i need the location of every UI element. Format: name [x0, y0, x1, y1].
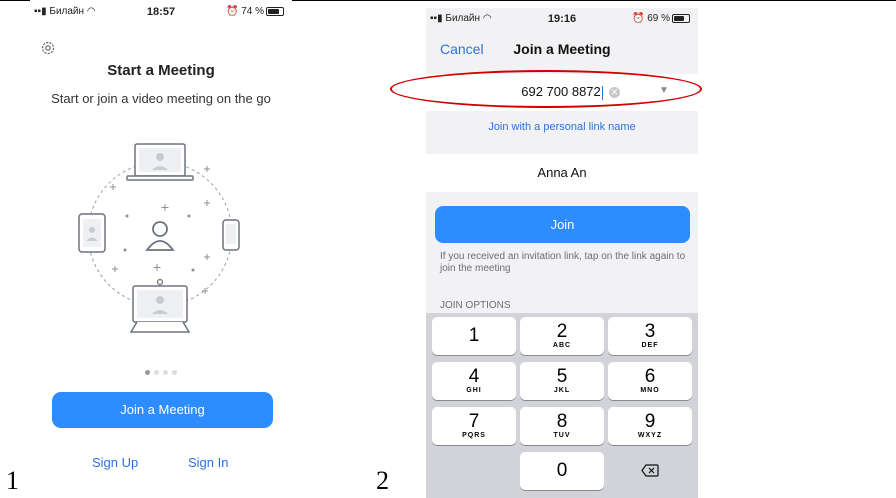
battery-icon: [266, 6, 284, 16]
tablet-icon: [78, 213, 106, 253]
key-2[interactable]: 2 ABC: [520, 317, 604, 355]
step-label-1: 1: [6, 466, 19, 495]
personal-link-button[interactable]: Join with a personal link name: [426, 121, 698, 133]
highlight-ellipse: [390, 70, 702, 108]
user-icon: [145, 221, 175, 251]
alarm-icon: ⏰: [225, 6, 239, 17]
join-button[interactable]: Join: [435, 206, 690, 243]
display-name-field[interactable]: Anna An: [426, 154, 698, 192]
page-title: Start a Meeting: [107, 62, 215, 79]
page-dot[interactable]: [154, 370, 159, 375]
phone-icon: [222, 219, 240, 251]
status-bar: ▪▪▮ Билайн ◠ 18:57 ⏰ 74 %: [30, 0, 292, 28]
page-title: Join a Meeting: [513, 41, 611, 57]
battery-percent: 74 %: [241, 6, 264, 17]
key-3[interactable]: 3 DEF: [608, 317, 692, 355]
page-dot[interactable]: [163, 370, 168, 375]
backspace-icon: [641, 464, 659, 477]
room-system-icon: [129, 278, 191, 333]
key-4[interactable]: 4 GHI: [432, 362, 516, 400]
key-6[interactable]: 6 MNO: [608, 362, 692, 400]
key-7[interactable]: 7 PQRS: [432, 407, 516, 445]
invitation-hint: If you received an invitation link, tap …: [440, 251, 686, 274]
plus-decorations: [110, 166, 210, 294]
laptop-icon: [126, 143, 194, 181]
status-bar: ▪▪▮ Билайн ◠ 19:16 ⏰ 69 %: [426, 8, 698, 32]
sign-up-link[interactable]: Sign Up: [92, 455, 138, 470]
key-8[interactable]: 8 TUV: [520, 407, 604, 445]
join-options-header: JOIN OPTIONS: [440, 300, 511, 311]
join-meeting-button[interactable]: Join a Meeting: [52, 392, 273, 428]
key-1[interactable]: 1: [432, 317, 516, 355]
key-9[interactable]: 9 WXYZ: [608, 407, 692, 445]
start-meeting-screen: ▪▪▮ Билайн ◠ 18:57 ⏰ 74 % Start a Meetin…: [30, 0, 292, 498]
key-0[interactable]: 0: [520, 452, 604, 490]
alarm-icon: ⏰: [631, 13, 645, 24]
key-5[interactable]: 5 JKL: [520, 362, 604, 400]
numeric-keypad: 1 2 ABC 3 DEF 4 GHI 5 JKL 6 MNO 7 PQRS 8 TUV 9W…: [426, 313, 698, 498]
battery-percent: 69 %: [647, 13, 670, 24]
gear-icon[interactable]: [40, 40, 56, 56]
display-name-input[interactable]: Anna An: [426, 165, 698, 180]
page-subtitle: Start or join a video meeting on the go: [51, 91, 271, 106]
sign-in-link[interactable]: Sign In: [188, 455, 228, 470]
battery-icon: [672, 13, 690, 23]
page-dot[interactable]: [172, 370, 177, 375]
page-dot[interactable]: [145, 370, 150, 375]
page-indicator: [30, 362, 292, 380]
navigation-bar: Cancel Join a Meeting: [426, 32, 698, 66]
devices-illustration: [78, 143, 240, 333]
step-label-2: 2: [376, 466, 389, 495]
delete-key[interactable]: [608, 452, 692, 490]
